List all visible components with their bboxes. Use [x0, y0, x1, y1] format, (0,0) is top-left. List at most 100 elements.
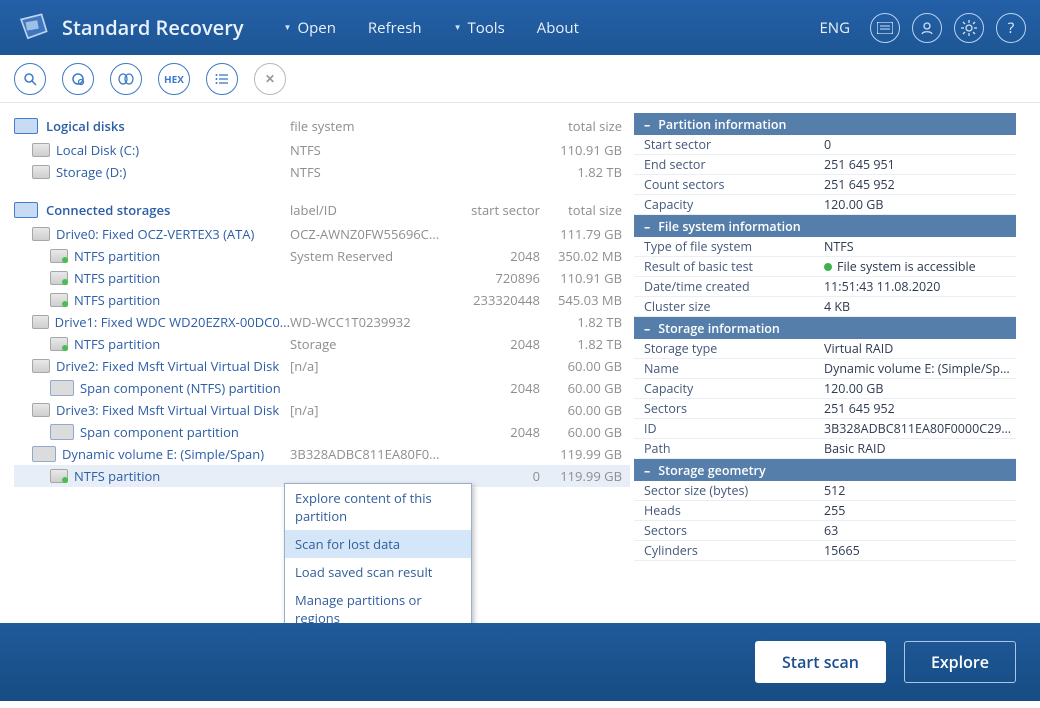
info-row: Cluster size4 KB — [634, 297, 1016, 317]
part-icon — [50, 249, 68, 263]
row-name: Drive2: Fixed Msft Virtual Virtual Disk — [56, 357, 279, 375]
row-start: 2048 — [440, 379, 540, 397]
dropdown-icon: ▼ — [454, 22, 462, 33]
row-size: 1.82 TB — [540, 313, 630, 331]
info-row: Sector size (bytes)512 — [634, 481, 1016, 501]
help-icon[interactable]: ? — [996, 13, 1026, 43]
user-icon[interactable] — [912, 13, 942, 43]
toolbar: HEX ✕ — [0, 55, 1040, 103]
info-row: Heads255 — [634, 501, 1016, 521]
tool-scan-icon[interactable] — [62, 63, 94, 95]
part-icon — [50, 271, 68, 285]
start-scan-button[interactable]: Start scan — [755, 641, 886, 683]
row-size: 545.03 MB — [540, 291, 630, 309]
drive-row[interactable]: Drive0: Fixed OCZ-VERTEX3 (ATA)OCZ-AWNZ0… — [14, 223, 630, 245]
info-row: Capacity120.00 GB — [634, 195, 1016, 215]
info-key: Date/time created — [634, 278, 824, 295]
row-label: [n/a] — [290, 401, 440, 419]
info-value: 255 — [824, 502, 1016, 519]
context-menu-item[interactable]: Explore content of this partition — [285, 484, 471, 530]
tool-hex-icon[interactable]: HEX — [158, 63, 190, 95]
keyboard-icon[interactable] — [870, 13, 900, 43]
row-size: 60.00 GB — [540, 379, 630, 397]
info-key: Storage type — [634, 340, 824, 357]
info-section-header[interactable]: –Storage geometry — [634, 459, 1016, 481]
row-label: WD-WCC1T0239932 — [290, 313, 440, 331]
menu-about[interactable]: About — [537, 18, 579, 38]
drive-row[interactable]: Drive1: Fixed WDC WD20EZRX-00DC0...WD-WC… — [14, 311, 630, 333]
logical-disk-row[interactable]: Storage (D:)NTFS1.82 TB — [14, 161, 630, 183]
part-icon — [50, 337, 68, 351]
drive-row[interactable]: Drive3: Fixed Msft Virtual Virtual Disk [… — [14, 399, 630, 421]
collapse-icon: – — [644, 320, 650, 337]
row-name: Span component partition — [80, 423, 239, 441]
info-key: Sectors — [634, 400, 824, 417]
info-row: Type of file systemNTFS — [634, 237, 1016, 257]
row-label: Storage — [290, 335, 440, 353]
row-size: 110.91 GB — [540, 269, 630, 287]
row-name: Dynamic volume E: (Simple/Span) — [62, 445, 264, 463]
connected-storages-title: Connected storages — [46, 201, 290, 219]
info-row: Date/time created11:51:43 11.08.2020 — [634, 277, 1016, 297]
logical-disk-row[interactable]: Local Disk (C:)NTFS110.91 GB — [14, 139, 630, 161]
info-section-header[interactable]: –File system information — [634, 215, 1016, 237]
row-start: 233320448 — [440, 291, 540, 309]
menu-refresh[interactable]: Refresh — [368, 18, 422, 38]
info-key: Capacity — [634, 196, 824, 213]
span-icon — [50, 380, 74, 396]
row-name: NTFS partition — [74, 247, 160, 265]
info-key: Type of file system — [634, 238, 824, 255]
partition-row[interactable]: Span component partition204860.00 GB — [14, 421, 630, 443]
partition-row[interactable]: NTFS partition233320448545.03 MB — [14, 289, 630, 311]
context-menu-item[interactable]: Scan for lost data — [285, 530, 471, 558]
partition-row[interactable]: NTFS partitionSystem Reserved2048350.02 … — [14, 245, 630, 267]
row-label: [n/a] — [290, 357, 440, 375]
main-menu: ▼Open Refresh ▼Tools About — [284, 18, 579, 38]
gear-icon[interactable] — [954, 13, 984, 43]
menu-open[interactable]: ▼Open — [284, 18, 336, 38]
app-title: Standard Recovery — [62, 14, 244, 41]
info-row: Result of basic testFile system is acces… — [634, 257, 1016, 277]
context-menu-item[interactable]: Load saved scan result — [285, 558, 471, 586]
collapse-icon: – — [644, 218, 650, 235]
partition-row[interactable]: Span component (NTFS) partition204860.00… — [14, 377, 630, 399]
info-key: End sector — [634, 156, 824, 173]
info-row: Count sectors251 645 952 — [634, 175, 1016, 195]
tool-search-icon[interactable] — [14, 63, 46, 95]
dyn-icon — [32, 446, 56, 462]
menu-tools[interactable]: ▼Tools — [454, 18, 505, 38]
info-value: 0 — [824, 136, 1016, 153]
context-menu-item[interactable]: Manage partitions or regions — [285, 586, 471, 623]
row-name: Drive3: Fixed Msft Virtual Virtual Disk — [56, 401, 279, 419]
info-value: 512 — [824, 482, 1016, 499]
tool-close-icon[interactable]: ✕ — [254, 63, 286, 95]
disk-size: 1.82 TB — [540, 163, 630, 181]
partition-row[interactable]: NTFS partition720896110.91 GB — [14, 267, 630, 289]
info-row: Start sector0 — [634, 135, 1016, 155]
info-value: 251 645 952 — [824, 176, 1016, 193]
row-size: 111.79 GB — [540, 225, 630, 243]
info-key: Capacity — [634, 380, 824, 397]
info-value: File system is accessible — [824, 258, 1016, 275]
logical-disks-header: Logical disks file system total size — [14, 113, 630, 139]
info-row: Sectors251 645 952 — [634, 399, 1016, 419]
row-start: 720896 — [440, 269, 540, 287]
info-section-header[interactable]: –Partition information — [634, 113, 1016, 135]
drive-row[interactable]: Dynamic volume E: (Simple/Span)3B328ADBC… — [14, 443, 630, 465]
partition-row[interactable]: NTFS partitionStorage20481.82 TB — [14, 333, 630, 355]
topbar-right: ENG ? — [819, 13, 1026, 43]
tool-raid-icon[interactable] — [110, 63, 142, 95]
col-totalsize: total size — [540, 117, 630, 135]
explore-button[interactable]: Explore — [904, 641, 1016, 683]
row-name: NTFS partition — [74, 467, 160, 485]
tool-list-icon[interactable] — [206, 63, 238, 95]
row-size: 119.99 GB — [540, 467, 630, 485]
info-section-title: Storage geometry — [658, 462, 765, 479]
drive-row[interactable]: Drive2: Fixed Msft Virtual Virtual Disk [… — [14, 355, 630, 377]
dropdown-icon: ▼ — [284, 22, 292, 33]
drive-icon — [32, 403, 50, 417]
language-selector[interactable]: ENG — [819, 18, 850, 38]
info-value: 120.00 GB — [824, 380, 1016, 397]
status-dot-icon — [824, 263, 832, 271]
info-section-header[interactable]: –Storage information — [634, 317, 1016, 339]
